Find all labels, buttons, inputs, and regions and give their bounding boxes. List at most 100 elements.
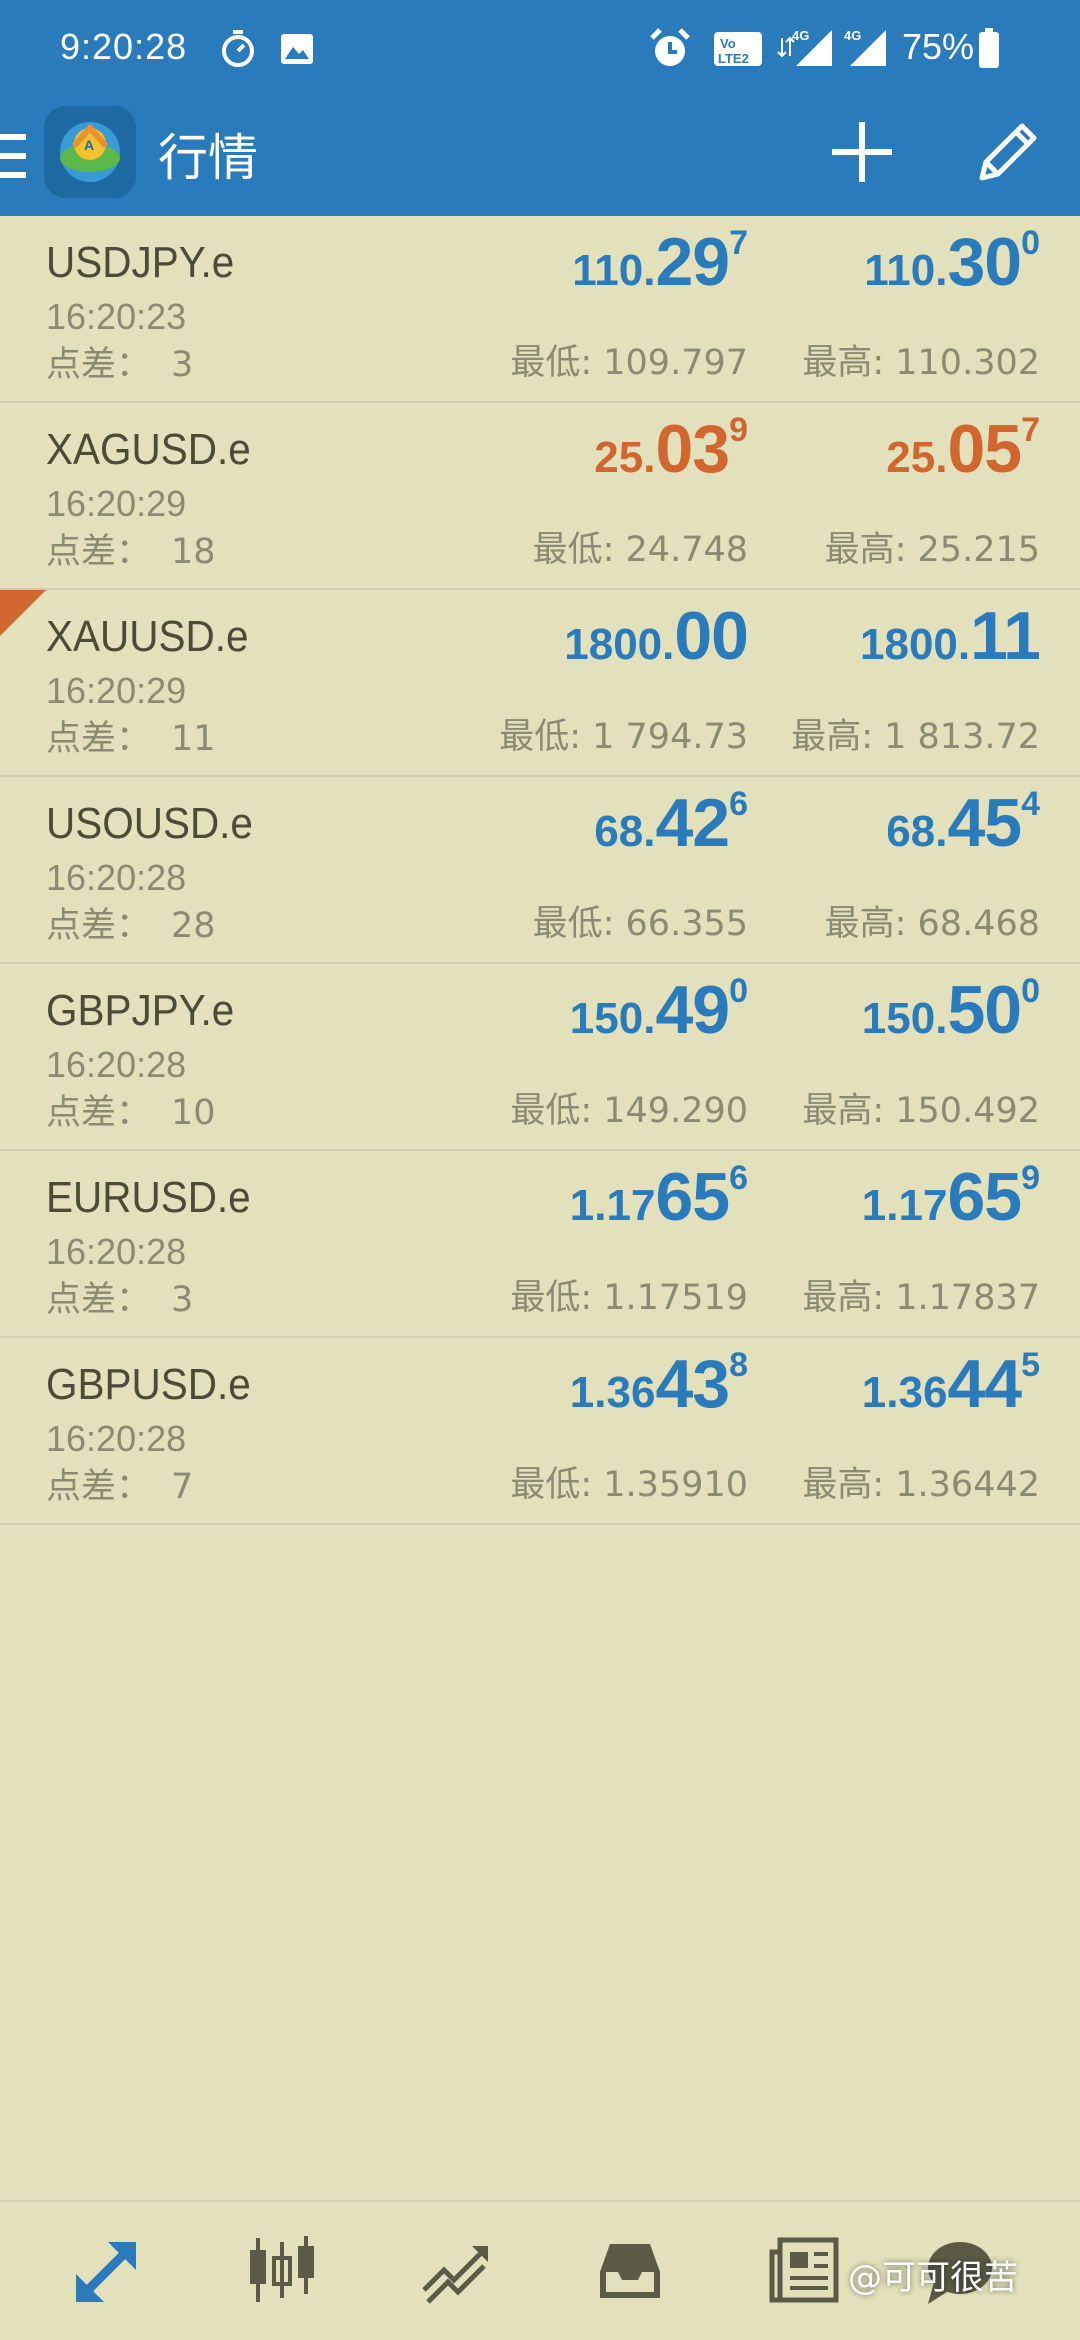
symbol-name: USOUSD.e bbox=[46, 799, 253, 848]
price-main: 05 bbox=[947, 411, 1022, 487]
quote-row-xauusd[interactable]: XAUUSD.e 16:20:29 点差： 11 1800.00 1800.11 … bbox=[0, 590, 1080, 777]
price-pip: 8 bbox=[729, 1346, 748, 1384]
high-value: 150.492 bbox=[895, 1091, 1040, 1131]
price-pip: 5 bbox=[1021, 1346, 1040, 1384]
quote-time: 16:20:28 bbox=[46, 1044, 187, 1085]
signal-4g-icon: 4G bbox=[844, 28, 886, 66]
svg-text:4G: 4G bbox=[792, 28, 809, 43]
price-main: 03 bbox=[655, 411, 730, 487]
low-price: 最低: 66.355 bbox=[533, 895, 748, 946]
price-main: 44 bbox=[947, 1346, 1022, 1422]
price-prefix: 1.36 bbox=[861, 1368, 948, 1417]
high-value: 1.17837 bbox=[895, 1278, 1040, 1318]
news-icon[interactable] bbox=[766, 2232, 842, 2308]
low-price: 最低: 24.748 bbox=[533, 521, 748, 572]
high-label: 最高: bbox=[802, 1091, 885, 1131]
ask-price: 110.300 bbox=[864, 226, 1040, 296]
spread-value: 28 bbox=[171, 906, 216, 946]
volte-icon: Vo LTE2 bbox=[714, 32, 762, 66]
symbol-name: GBPJPY.e bbox=[46, 986, 235, 1035]
high-price: 最高: 68.468 bbox=[825, 895, 1040, 946]
battery-icon bbox=[979, 28, 999, 68]
price-pip: 7 bbox=[729, 224, 748, 262]
quote-row-usousd[interactable]: USOUSD.e 16:20:28 点差： 28 68.426 68.454 最低… bbox=[0, 777, 1080, 964]
quote-row-xagusd[interactable]: XAGUSD.e 16:20:29 点差： 18 25.039 25.057 最低… bbox=[0, 403, 1080, 590]
quote-row-gbpjpy[interactable]: GBPJPY.e 16:20:28 点差： 10 150.490 150.500 … bbox=[0, 964, 1080, 1151]
bid-price: 1.36438 bbox=[569, 1348, 748, 1418]
page-title: 行情 bbox=[158, 129, 258, 187]
high-value: 1 813.72 bbox=[884, 717, 1040, 757]
low-value: 109.797 bbox=[603, 343, 748, 383]
spread-label: 点差： bbox=[46, 1467, 152, 1507]
high-value: 1.36442 bbox=[895, 1465, 1040, 1505]
quote-row-eurusd[interactable]: EURUSD.e 16:20:28 点差： 3 1.17656 1.17659 最… bbox=[0, 1151, 1080, 1338]
quote-row-usdjpy[interactable]: USDJPY.e 16:20:23 点差： 3 110.297 110.300 最… bbox=[0, 216, 1080, 403]
svg-text:4G: 4G bbox=[844, 28, 861, 43]
high-value: 68.468 bbox=[917, 904, 1040, 944]
bid-price: 1800.00 bbox=[564, 602, 749, 670]
low-label: 最低: bbox=[510, 1465, 593, 1505]
spread-label: 点差： bbox=[46, 532, 152, 572]
price-main: 65 bbox=[655, 1159, 730, 1235]
svg-text:LTE2: LTE2 bbox=[718, 51, 749, 66]
price-prefix: 150. bbox=[569, 994, 656, 1043]
charts-icon[interactable] bbox=[244, 2232, 320, 2308]
quote-time: 16:20:28 bbox=[46, 1418, 187, 1459]
spread: 点差： 3 bbox=[46, 336, 193, 387]
low-label: 最低: bbox=[510, 343, 593, 383]
price-prefix: 150. bbox=[861, 994, 948, 1043]
stopwatch-icon bbox=[222, 30, 254, 67]
price-main: 29 bbox=[655, 224, 730, 300]
high-price: 最高: 1 813.72 bbox=[791, 708, 1040, 759]
price-pip: 6 bbox=[729, 785, 748, 823]
price-prefix: 1.17 bbox=[569, 1181, 656, 1230]
signal-4g-icon: 4G bbox=[777, 28, 832, 66]
low-value: 24.748 bbox=[625, 530, 748, 570]
high-label: 最高: bbox=[802, 343, 885, 383]
edit-icon[interactable] bbox=[972, 114, 1046, 188]
quote-time: 16:20:29 bbox=[46, 483, 187, 524]
high-label: 最高: bbox=[802, 1278, 885, 1318]
ask-price: 1800.11 bbox=[860, 602, 1041, 670]
low-label: 最低: bbox=[499, 717, 581, 757]
low-price: 最低: 109.797 bbox=[510, 334, 748, 385]
spread-value: 10 bbox=[171, 1093, 216, 1133]
spread: 点差： 7 bbox=[46, 1458, 193, 1509]
high-price: 最高: 1.17837 bbox=[802, 1269, 1040, 1320]
svg-text:Vo: Vo bbox=[720, 36, 736, 51]
price-main: 43 bbox=[655, 1346, 730, 1422]
add-icon[interactable] bbox=[826, 116, 898, 188]
high-label: 最高: bbox=[824, 904, 907, 944]
low-value: 149.290 bbox=[603, 1091, 748, 1131]
low-value: 1 794.73 bbox=[592, 717, 748, 757]
alarm-icon bbox=[650, 28, 690, 66]
quote-row-gbpusd[interactable]: GBPUSD.e 16:20:28 点差： 7 1.36438 1.36445 最… bbox=[0, 1338, 1080, 1525]
price-prefix: 1.17 bbox=[861, 1181, 948, 1230]
price-prefix: 25. bbox=[886, 433, 948, 482]
symbol-name: GBPUSD.e bbox=[46, 1360, 251, 1409]
high-value: 110.302 bbox=[895, 343, 1040, 383]
high-value: 25.215 bbox=[917, 530, 1040, 570]
quotes-icon[interactable] bbox=[70, 2232, 146, 2308]
quote-time: 16:20:23 bbox=[46, 296, 187, 337]
trade-icon[interactable] bbox=[418, 2232, 494, 2308]
ask-price: 1.36445 bbox=[861, 1348, 1040, 1418]
price-prefix: 68. bbox=[594, 807, 656, 856]
low-value: 1.17519 bbox=[603, 1278, 748, 1318]
menu-icon[interactable] bbox=[0, 128, 30, 184]
selected-flag bbox=[0, 590, 46, 636]
high-price: 最高: 1.36442 bbox=[802, 1456, 1040, 1507]
quote-time: 16:20:28 bbox=[46, 1231, 187, 1272]
price-pip: 0 bbox=[1021, 224, 1040, 262]
price-pip: 0 bbox=[729, 972, 748, 1010]
low-price: 最低: 1.35910 bbox=[510, 1456, 748, 1507]
history-icon[interactable] bbox=[592, 2232, 668, 2308]
price-main: 30 bbox=[947, 224, 1022, 300]
spread-value: 18 bbox=[171, 532, 216, 572]
bid-price: 68.426 bbox=[594, 787, 748, 857]
price-pip: 0 bbox=[1021, 972, 1040, 1010]
spread-label: 点差： bbox=[46, 719, 152, 759]
status-time: 9:20:28 bbox=[60, 26, 188, 67]
price-prefix: 1.36 bbox=[569, 1368, 656, 1417]
spread-value: 7 bbox=[171, 1467, 194, 1507]
